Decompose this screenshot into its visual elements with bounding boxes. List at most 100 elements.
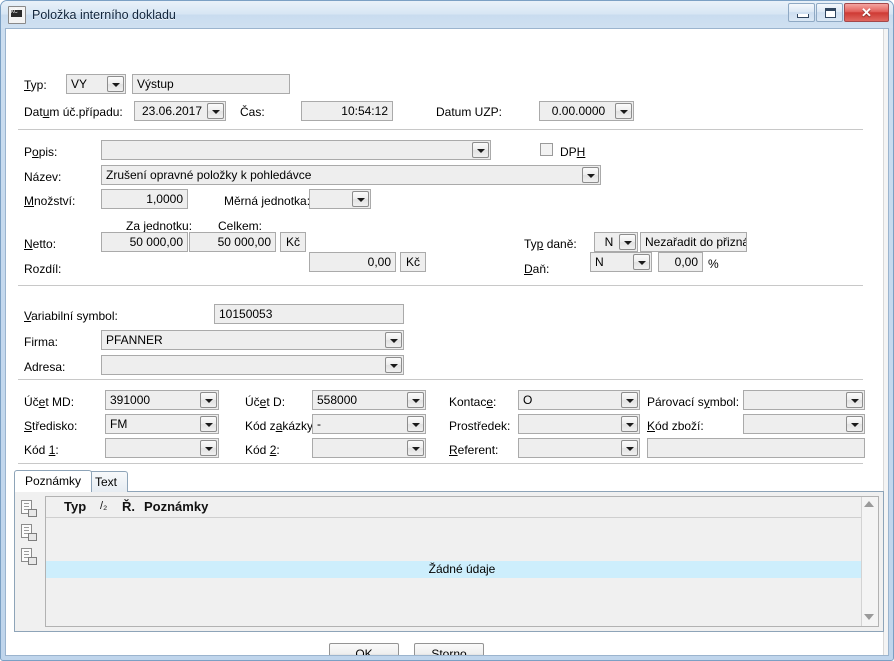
dialog-client-area: Typ: VY Výstup Datum úč.případu: 23.06.2… <box>5 28 889 656</box>
popis-label: Popis: <box>24 145 58 159</box>
notes-grid-header: Typ /₂ Ř. Poznámky <box>46 497 878 518</box>
chevron-down-icon[interactable] <box>472 142 489 158</box>
column-header-page[interactable]: /₂ <box>100 497 122 516</box>
chevron-down-icon[interactable] <box>407 392 424 408</box>
mnozstvi-field[interactable]: 1,0000 <box>101 189 188 209</box>
popis-combo[interactable] <box>101 140 491 160</box>
chevron-down-icon[interactable] <box>621 440 638 456</box>
tab-poznamky-label: Poznámky <box>25 474 82 488</box>
chevron-down-icon[interactable] <box>107 76 124 92</box>
kod2-combo[interactable] <box>312 438 426 458</box>
column-header-typ[interactable]: Typ <box>64 497 104 516</box>
tab-poznamky[interactable]: Poznámky <box>14 470 93 492</box>
grid-empty-message: Žádné údaje <box>46 561 878 578</box>
document-kc-icon <box>8 5 26 24</box>
chevron-down-icon[interactable] <box>200 392 217 408</box>
chevron-down-icon[interactable] <box>207 103 224 119</box>
column-header-poznamky[interactable]: Poznámky <box>144 497 324 516</box>
nazev-value: Zrušení opravné položky k pohledávce <box>106 168 312 182</box>
ucet-d-combo[interactable]: 558000 <box>312 390 426 410</box>
kontace-combo[interactable]: O <box>518 390 640 410</box>
typ-label: Typ: <box>24 78 47 92</box>
ucet-md-combo[interactable]: 391000 <box>105 390 219 410</box>
scroll-down-arrow-icon[interactable] <box>864 614 875 621</box>
adresa-label: Adresa: <box>24 360 66 374</box>
firma-value: PFANNER <box>106 333 163 347</box>
ok-button[interactable]: OK <box>329 643 399 655</box>
typ-dane-text-field: Nezařadit do přiznání <box>640 232 747 252</box>
referent-label: Referent: <box>449 443 499 457</box>
netto-total-field[interactable]: 50 000,00 <box>189 232 276 252</box>
chevron-down-icon[interactable] <box>619 234 636 250</box>
typ-dane-combo[interactable]: N <box>594 232 638 252</box>
document-delete-icon[interactable] <box>21 548 37 565</box>
document-add-icon[interactable] <box>21 500 37 517</box>
dph-label: DPH <box>560 145 586 159</box>
nazev-label: Název: <box>24 170 62 184</box>
chevron-down-icon[interactable] <box>200 416 217 432</box>
kod-zakazky-combo[interactable]: - <box>312 414 426 434</box>
dan-code: N <box>595 255 604 269</box>
chevron-down-icon[interactable] <box>385 332 402 348</box>
stredisko-value: FM <box>110 417 128 431</box>
datum-uzp-combo[interactable]: 0.00.0000 <box>539 101 634 121</box>
kod-zakazky-label: Kód zakázky: <box>245 419 317 433</box>
ucet-d-label: Účet D: <box>245 395 286 409</box>
notes-grid[interactable]: Typ /₂ Ř. Poznámky Žádné údaje <box>45 496 879 627</box>
close-button[interactable]: ✕ <box>844 3 889 22</box>
chevron-down-icon[interactable] <box>407 440 424 456</box>
referent-combo[interactable] <box>518 438 640 458</box>
merna-jednotka-combo[interactable] <box>309 189 371 209</box>
chevron-down-icon[interactable] <box>352 191 369 207</box>
ucet-md-label: Účet MD: <box>24 395 75 409</box>
netto-currency-field: Kč <box>280 232 306 252</box>
close-icon: ✕ <box>861 5 872 20</box>
stredisko-combo[interactable]: FM <box>105 414 219 434</box>
title-bar[interactable]: Položka interního dokladu ✕ <box>1 1 893 28</box>
kod2-label: Kód 2: <box>245 443 280 457</box>
minimize-button[interactable] <box>788 3 815 22</box>
chevron-down-icon[interactable] <box>846 416 863 432</box>
typ-code-combo[interactable]: VY <box>66 74 126 94</box>
separator-amounts <box>18 285 863 286</box>
document-edit-icon[interactable] <box>21 524 37 541</box>
maximize-button[interactable] <box>816 3 843 22</box>
merna-jednotka-label: Měrná jednotka: <box>224 194 311 208</box>
dan-label: Daň: <box>524 262 550 276</box>
referent-extra-field[interactable] <box>647 438 865 458</box>
chevron-down-icon[interactable] <box>846 392 863 408</box>
minimize-icon <box>797 14 809 18</box>
netto-label: Netto: <box>24 237 57 251</box>
netto-unit-field[interactable]: 50 000,00 <box>101 232 188 252</box>
chevron-down-icon[interactable] <box>615 103 632 119</box>
adresa-combo[interactable] <box>101 355 404 375</box>
parovaci-symbol-combo[interactable] <box>743 390 865 410</box>
variabilni-symbol-field[interactable]: 10150053 <box>214 304 404 324</box>
ucet-md-value: 391000 <box>110 393 151 407</box>
dan-unit-label: % <box>708 257 719 271</box>
dan-value-field[interactable]: 0,00 <box>658 252 703 272</box>
chevron-down-icon[interactable] <box>385 357 402 373</box>
chevron-down-icon[interactable] <box>200 440 217 456</box>
chevron-down-icon[interactable] <box>633 254 650 270</box>
storno-button[interactable]: Storno <box>414 643 484 655</box>
chevron-down-icon[interactable] <box>407 416 424 432</box>
variabilni-symbol-label: Variabilní symbol: <box>24 309 118 323</box>
stredisko-label: Středisko: <box>24 419 78 433</box>
grid-vertical-scrollbar[interactable] <box>861 497 878 626</box>
chevron-down-icon[interactable] <box>621 392 638 408</box>
dan-combo[interactable]: N <box>590 252 652 272</box>
column-header-radek[interactable]: Ř. <box>122 497 144 516</box>
chevron-down-icon[interactable] <box>582 167 599 183</box>
typ-dane-code: N <box>604 235 614 249</box>
celkem-caption: Celkem: <box>218 219 263 233</box>
chevron-down-icon[interactable] <box>621 416 638 432</box>
kod1-combo[interactable] <box>105 438 219 458</box>
dph-checkbox[interactable] <box>540 143 553 156</box>
nazev-combo[interactable]: Zrušení opravné položky k pohledávce <box>101 165 601 185</box>
datum-uc-pripadu-combo[interactable]: 23.06.2017 <box>134 101 226 121</box>
prostredek-combo[interactable] <box>518 414 640 434</box>
kod-zbozi-combo[interactable] <box>743 414 865 434</box>
firma-combo[interactable]: PFANNER <box>101 330 404 350</box>
scroll-up-arrow-icon[interactable] <box>864 501 875 508</box>
